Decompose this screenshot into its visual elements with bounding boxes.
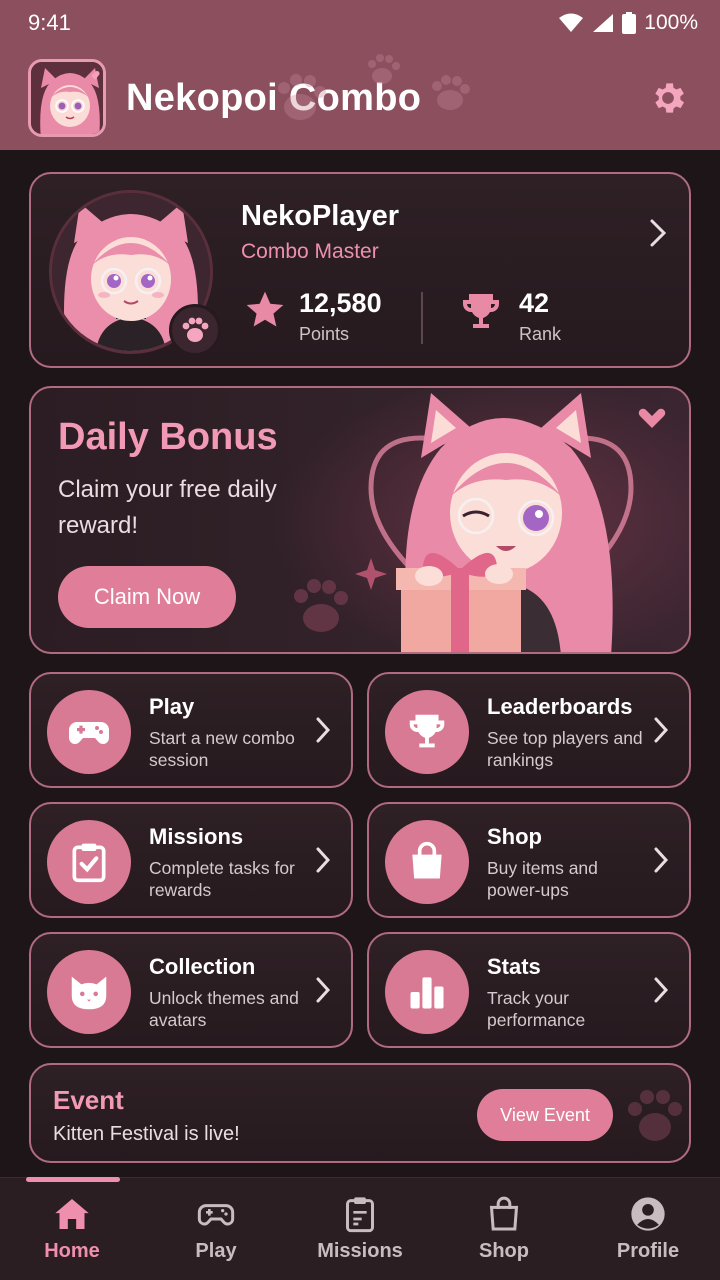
profile-card[interactable]: NekoPlayer Combo Master 12,580 Points 42…	[29, 172, 691, 368]
nav-label: Shop	[479, 1240, 529, 1262]
nav-label: Missions	[317, 1240, 403, 1262]
clipboard-icon	[346, 1197, 374, 1233]
points-label: Points	[299, 324, 350, 344]
stat-divider	[421, 292, 423, 344]
chevron-right-icon	[654, 977, 669, 1003]
nav-missions[interactable]: Missions	[290, 1178, 430, 1280]
claim-now-button[interactable]: Claim Now	[58, 566, 236, 628]
menu-tile-title: Leaderboards	[487, 694, 633, 719]
gear-icon	[655, 83, 684, 113]
paw-decoration-icon	[278, 54, 470, 120]
shopping-bag-icon	[489, 1196, 519, 1231]
menu-tile-desc: Buy items and power-ups	[487, 858, 598, 900]
bottom-nav: Home Play Missions Shop Profile	[0, 1177, 720, 1280]
menu-tile-icon	[47, 690, 131, 774]
nav-label: Profile	[616, 1240, 680, 1262]
status-icons: 100%	[558, 11, 698, 35]
battery-percent: 100%	[644, 11, 698, 34]
event-title: Event	[53, 1085, 124, 1115]
trophy-icon	[463, 294, 499, 328]
nav-active-indicator	[26, 1177, 120, 1182]
app-header: Nekopoi Combo	[0, 46, 720, 150]
battery-icon	[622, 12, 637, 34]
rank-label: Rank	[519, 324, 562, 344]
menu-tile-desc: Track your performance	[487, 988, 586, 1030]
cat-icon	[71, 976, 107, 1010]
menu-tile-leaderboards[interactable]: Leaderboards See top players and ranking…	[367, 672, 691, 788]
menu-tile-icon	[385, 690, 469, 774]
chevron-right-icon	[316, 717, 331, 743]
menu-tile-title: Collection	[149, 954, 256, 979]
user-icon	[631, 1197, 665, 1231]
chevron-right-icon	[654, 717, 669, 743]
menu-tile-icon	[47, 820, 131, 904]
menu-tile-title: Stats	[487, 954, 541, 979]
menu-tile-icon	[47, 950, 131, 1034]
paw-icon	[628, 1090, 682, 1141]
home-icon	[55, 1199, 89, 1229]
bar-chart-icon	[410, 977, 444, 1009]
chevron-right-icon	[650, 219, 667, 247]
app-logo	[28, 59, 106, 137]
chevron-right-icon	[654, 847, 669, 873]
daily-bonus-card: Daily Bonus Claim your free daily reward…	[29, 386, 691, 654]
status-time: 9:41	[28, 10, 71, 35]
menu-tile-title: Missions	[149, 824, 244, 849]
menu-tile-shop[interactable]: Shop Buy items and power-ups	[367, 802, 691, 918]
menu-tile-icon	[385, 950, 469, 1034]
gamepad-icon	[197, 1204, 235, 1226]
event-card: Event Kitten Festival is live! View Even…	[29, 1063, 691, 1163]
menu-tile-desc: See top players and rankings	[487, 728, 643, 770]
chevron-right-icon	[316, 977, 331, 1003]
paw-badge	[169, 304, 221, 356]
menu-tile-title: Shop	[487, 824, 542, 849]
daily-bonus-subtitle: Claim your free daily reward!	[58, 476, 277, 539]
menu-tile-missions[interactable]: Missions Complete tasks for rewards	[29, 802, 353, 918]
menu-tile-desc: Complete tasks for rewards	[149, 858, 295, 900]
clipboard-check-icon	[72, 843, 106, 883]
points-value: 12,580	[299, 288, 382, 318]
nav-shop[interactable]: Shop	[434, 1178, 574, 1280]
nav-home[interactable]: Home	[2, 1177, 142, 1280]
event-subtitle: Kitten Festival is live!	[53, 1123, 240, 1145]
profile-name: NekoPlayer	[241, 200, 399, 232]
daily-bonus-title: Daily Bonus	[58, 416, 278, 458]
view-event-button[interactable]: View Event	[477, 1089, 613, 1141]
chevron-right-icon	[316, 847, 331, 873]
menu-tile-desc: Unlock themes and avatars	[149, 988, 299, 1030]
profile-title: Combo Master	[241, 240, 379, 263]
paw-icon	[182, 317, 209, 342]
nav-play[interactable]: Play	[146, 1178, 286, 1280]
nav-label: Play	[195, 1240, 237, 1262]
menu-tile-desc: Start a new combo session	[149, 728, 295, 770]
star-icon	[246, 291, 284, 327]
shopping-bag-icon	[412, 841, 442, 879]
status-bar: 9:41 100%	[0, 0, 720, 46]
signal-icon	[593, 14, 614, 32]
menu-tile-stats[interactable]: Stats Track your performance	[367, 932, 691, 1048]
rank-value: 42	[519, 288, 550, 318]
menu-tile-collection[interactable]: Collection Unlock themes and avatars	[29, 932, 353, 1048]
nav-label: Home	[44, 1240, 100, 1262]
nav-profile[interactable]: Profile	[578, 1178, 718, 1280]
menu-tile-play[interactable]: Play Start a new combo session	[29, 672, 353, 788]
settings-button[interactable]	[646, 76, 690, 120]
menu-tile-icon	[385, 820, 469, 904]
trophy-icon	[409, 714, 445, 748]
wifi-icon	[559, 13, 584, 32]
menu-tile-title: Play	[149, 694, 195, 719]
gamepad-icon	[69, 722, 109, 744]
